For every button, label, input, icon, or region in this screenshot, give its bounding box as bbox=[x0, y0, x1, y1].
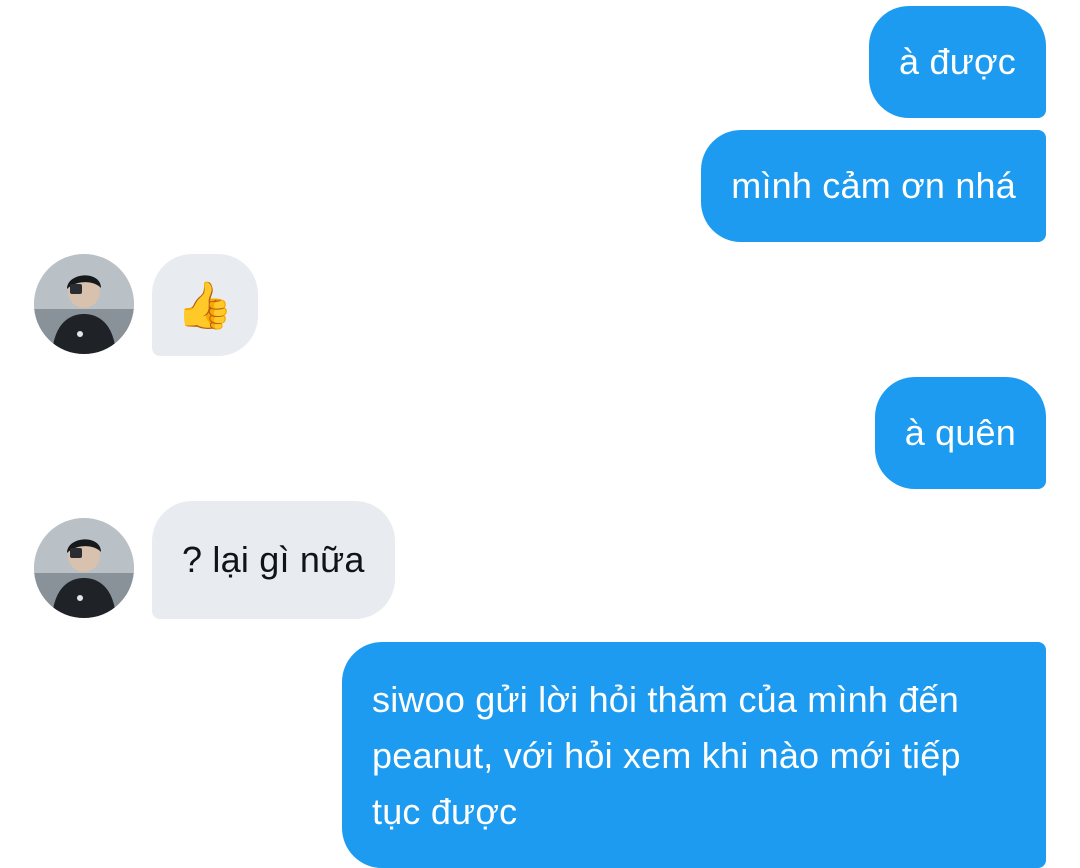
avatar-photo bbox=[34, 254, 134, 354]
message-bubble-incoming[interactable]: ? lại gì nữa bbox=[152, 501, 395, 619]
message-bubble-outgoing[interactable]: à quên bbox=[874, 377, 1046, 489]
chat-thread: à được mình cảm ơn nhá 👍 à quên ? lại gì… bbox=[0, 0, 1080, 868]
message-text: mình cảm ơn nhá bbox=[731, 165, 1016, 206]
thumbs-up-icon: 👍 bbox=[176, 279, 234, 331]
message-bubble-outgoing[interactable]: siwoo gửi lời hỏi thăm của mình đến pean… bbox=[342, 642, 1046, 868]
message-text: siwoo gửi lời hỏi thăm của mình đến pean… bbox=[372, 679, 961, 832]
message-text: à quên bbox=[904, 412, 1016, 453]
message-bubble-outgoing[interactable]: mình cảm ơn nhá bbox=[701, 130, 1046, 242]
avatar[interactable] bbox=[34, 254, 134, 354]
message-text: à được bbox=[899, 41, 1016, 82]
avatar[interactable] bbox=[34, 518, 134, 618]
message-bubble-outgoing[interactable]: à được bbox=[869, 6, 1046, 118]
avatar-photo bbox=[34, 518, 134, 618]
message-text: ? lại gì nữa bbox=[182, 539, 365, 580]
message-bubble-incoming[interactable]: 👍 bbox=[152, 254, 258, 356]
